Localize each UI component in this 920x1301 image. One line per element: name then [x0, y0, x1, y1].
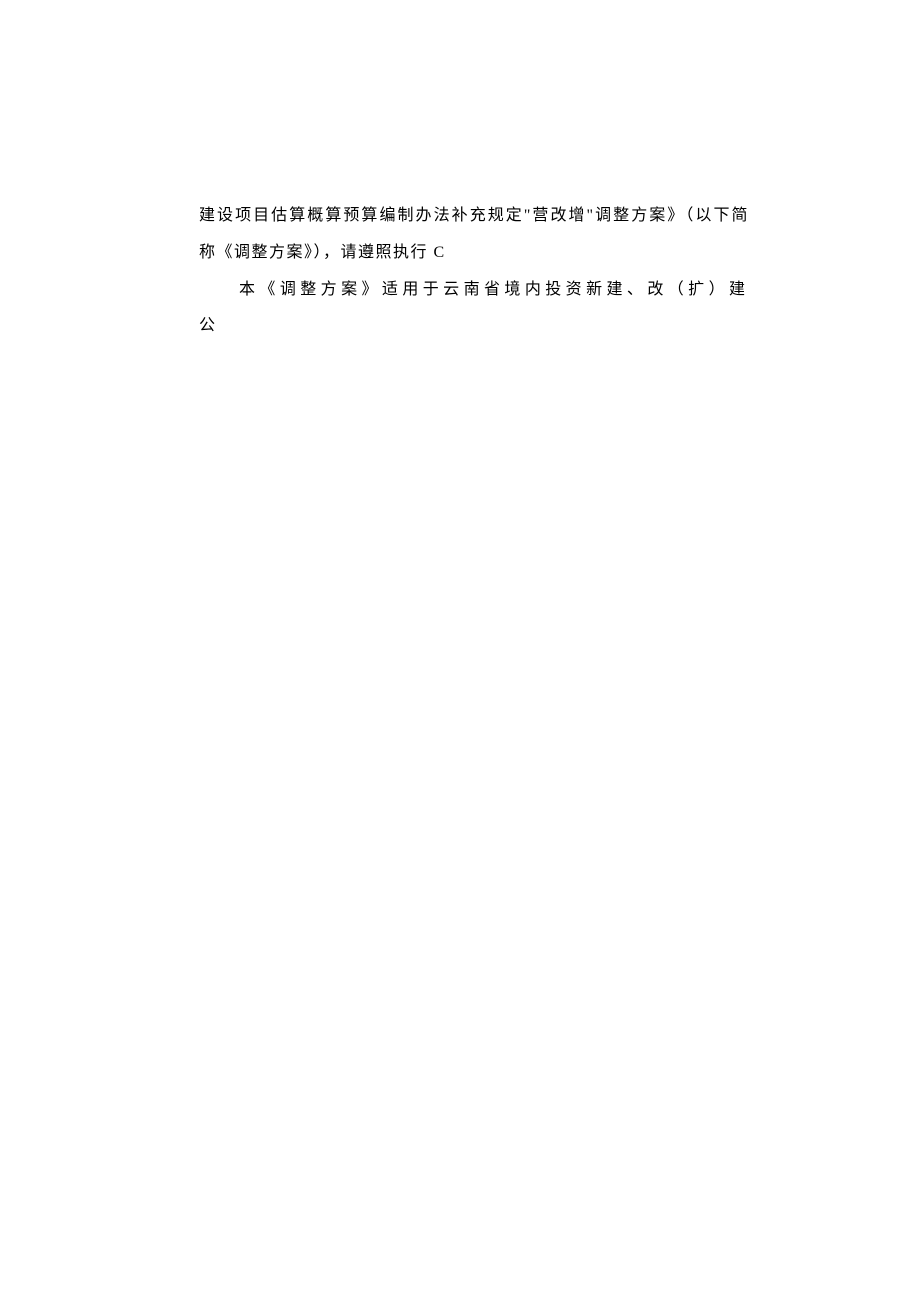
text-line-3: 本《调整方案》适用于云南省境内投资新建、改（扩）建公: [199, 272, 749, 346]
text-line-2: 称《调整方案》），请遵照执行 C: [199, 235, 749, 272]
document-content: 建设项目估算概算预算编制办法补充规定"营改增"调整方案》（以下简 称《调整方案》…: [199, 198, 749, 345]
text-line-1: 建设项目估算概算预算编制办法补充规定"营改增"调整方案》（以下简: [199, 198, 749, 235]
